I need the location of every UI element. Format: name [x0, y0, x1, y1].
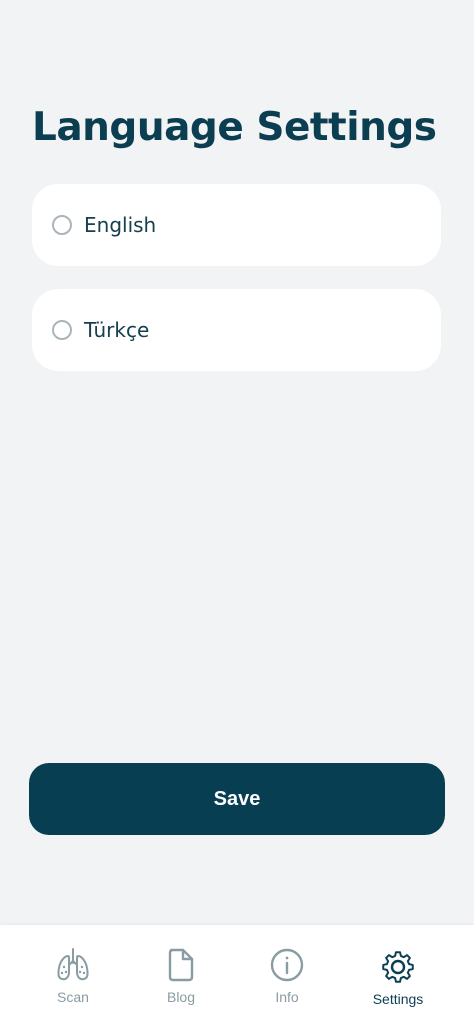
language-option-turkish[interactable]: Türkçe — [32, 289, 441, 371]
gear-icon — [382, 951, 414, 983]
nav-label-settings: Settings — [372, 991, 424, 1007]
nav-label-blog: Blog — [166, 989, 196, 1005]
language-option-label: English — [84, 213, 157, 237]
english-radio[interactable] — [52, 215, 72, 235]
page-title: Language Settings — [32, 105, 437, 150]
language-settings-screen: Language Settings English Türkçe Save Sc… — [0, 0, 474, 1026]
nav-label-info: Info — [275, 989, 299, 1005]
document-icon — [168, 948, 194, 982]
language-option-english[interactable]: English — [32, 184, 441, 266]
nav-item-scan[interactable]: Scan — [23, 925, 123, 1026]
save-button[interactable]: Save — [29, 763, 445, 835]
bottom-navigation: Scan Blog Info Settings — [0, 925, 474, 1026]
turkish-radio[interactable] — [52, 320, 72, 340]
lungs-icon — [57, 948, 89, 981]
info-icon — [270, 948, 304, 982]
nav-item-blog[interactable]: Blog — [131, 925, 231, 1026]
nav-label-scan: Scan — [57, 989, 89, 1005]
nav-item-info[interactable]: Info — [237, 925, 337, 1026]
language-option-label: Türkçe — [84, 318, 150, 342]
nav-item-settings[interactable]: Settings — [348, 925, 448, 1026]
